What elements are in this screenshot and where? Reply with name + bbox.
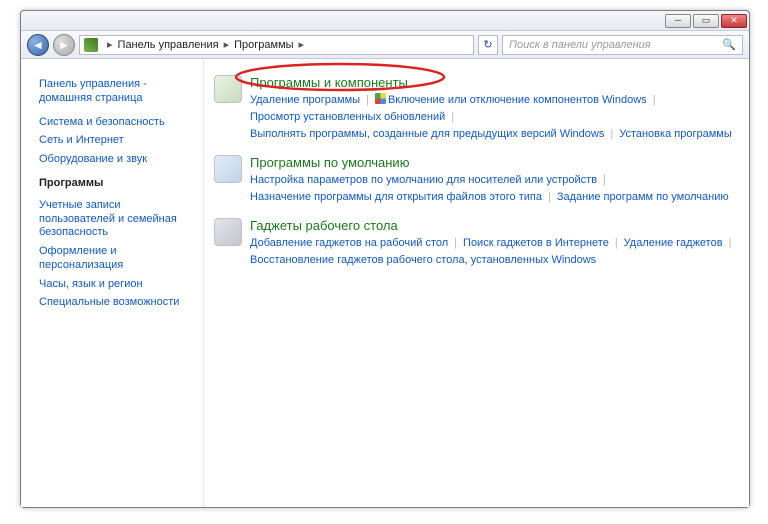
sidebar-item-users[interactable]: Учетные записи пользователей и семейная …: [39, 199, 195, 240]
navbar: ◄ ► ▸ Панель управления ▸ Программы ▸ ↻ …: [21, 31, 749, 59]
section-default-programs: Программы по умолчанию Настройка парамет…: [214, 155, 739, 206]
chevron-right-icon: ▸: [299, 38, 305, 51]
link-remove-gadgets[interactable]: Удаление гаджетов: [624, 237, 723, 249]
sidebar-item-hardware[interactable]: Оборудование и звук: [39, 153, 195, 167]
section-links: Настройка параметров по умолчанию для но…: [250, 172, 739, 206]
window: ─ ▭ ✕ ◄ ► ▸ Панель управления ▸ Программ…: [20, 10, 750, 508]
section-title[interactable]: Программы и компоненты: [250, 75, 739, 90]
main-content: Программы и компоненты Удаление программ…: [203, 59, 749, 507]
breadcrumb-root[interactable]: Панель управления: [118, 39, 219, 51]
link-uninstall-program[interactable]: Удаление программы: [250, 94, 360, 106]
sidebar-item-programs[interactable]: Программы: [39, 173, 195, 193]
default-programs-icon: [214, 155, 242, 183]
search-input[interactable]: Поиск в панели управления 🔍: [502, 35, 743, 55]
gadgets-icon: [214, 218, 242, 246]
sidebar-home[interactable]: Панель управления - домашняя страница: [39, 78, 195, 106]
body: Панель управления - домашняя страница Си…: [21, 59, 749, 507]
section-desktop-gadgets: Гаджеты рабочего стола Добавление гаджет…: [214, 218, 739, 269]
link-run-legacy[interactable]: Выполнять программы, созданные для преды…: [250, 128, 604, 140]
link-restore-gadgets[interactable]: Восстановление гаджетов рабочего стола, …: [250, 254, 596, 266]
link-file-type-defaults[interactable]: Назначение программы для открытия файлов…: [250, 191, 542, 203]
control-panel-icon: [84, 38, 98, 52]
search-placeholder: Поиск в панели управления: [509, 39, 651, 51]
forward-button[interactable]: ►: [53, 34, 75, 56]
sidebar-item-clock[interactable]: Часы, язык и регион: [39, 278, 195, 292]
link-set-defaults[interactable]: Задание программ по умолчанию: [557, 191, 729, 203]
section-links: Добавление гаджетов на рабочий стол|Поис…: [250, 235, 739, 269]
close-button[interactable]: ✕: [721, 14, 747, 28]
link-add-gadgets[interactable]: Добавление гаджетов на рабочий стол: [250, 237, 448, 249]
back-button[interactable]: ◄: [27, 34, 49, 56]
section-programs-features: Программы и компоненты Удаление программ…: [214, 75, 739, 143]
link-find-gadgets[interactable]: Поиск гаджетов в Интернете: [463, 237, 609, 249]
sidebar-item-appearance[interactable]: Оформление и персонализация: [39, 245, 195, 273]
sidebar-item-network[interactable]: Сеть и Интернет: [39, 134, 195, 148]
section-title[interactable]: Гаджеты рабочего стола: [250, 218, 739, 233]
refresh-button[interactable]: ↻: [478, 35, 498, 55]
maximize-button[interactable]: ▭: [693, 14, 719, 28]
chevron-right-icon: ▸: [107, 38, 113, 51]
sidebar: Панель управления - домашняя страница Си…: [21, 59, 203, 507]
section-title[interactable]: Программы по умолчанию: [250, 155, 739, 170]
link-media-defaults[interactable]: Настройка параметров по умолчанию для но…: [250, 174, 597, 186]
link-windows-features[interactable]: Включение или отключение компонентов Win…: [388, 94, 647, 106]
sidebar-item-system[interactable]: Система и безопасность: [39, 116, 195, 130]
titlebar: ─ ▭ ✕: [21, 11, 749, 31]
chevron-right-icon: ▸: [224, 38, 230, 51]
programs-features-icon: [214, 75, 242, 103]
breadcrumb-current[interactable]: Программы: [234, 39, 293, 51]
sidebar-item-accessibility[interactable]: Специальные возможности: [39, 296, 195, 310]
link-view-updates[interactable]: Просмотр установленных обновлений: [250, 111, 445, 123]
link-install-program[interactable]: Установка программы: [619, 128, 732, 140]
section-links: Удаление программы|Включение или отключе…: [250, 92, 739, 143]
breadcrumb[interactable]: ▸ Панель управления ▸ Программы ▸: [79, 35, 474, 55]
search-icon: 🔍: [722, 38, 736, 51]
minimize-button[interactable]: ─: [665, 14, 691, 28]
shield-icon: [375, 93, 386, 104]
